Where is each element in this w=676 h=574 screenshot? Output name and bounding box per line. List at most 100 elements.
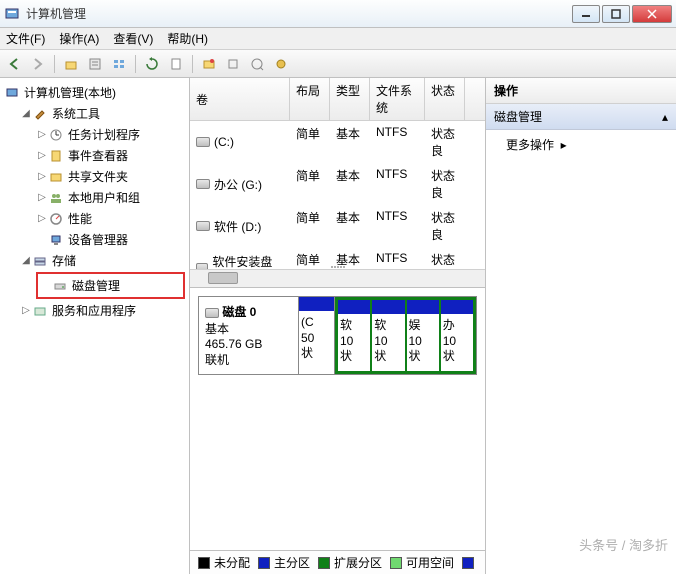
export-button[interactable]	[166, 54, 186, 74]
tool-button-1[interactable]	[223, 54, 243, 74]
tree-systools[interactable]: ◢ 系统工具	[20, 103, 185, 124]
tree-storage[interactable]: ◢ 存储	[20, 250, 185, 271]
expand-icon[interactable]: ▷	[36, 213, 48, 224]
expand-icon[interactable]: ▷	[36, 192, 48, 203]
menu-view[interactable]: 查看(V)	[113, 30, 153, 47]
disk-icon	[205, 308, 219, 318]
back-button[interactable]	[4, 54, 24, 74]
tree-disk-mgmt[interactable]: 磁盘管理	[40, 275, 181, 296]
disk-row[interactable]: 磁盘 0 基本 465.76 GB 联机 (C50状 软10状 软10状 娱10…	[198, 296, 477, 375]
col-volume[interactable]: 卷	[190, 78, 290, 120]
expand-icon[interactable]: ▷	[36, 129, 48, 140]
disk-partitions: (C50状 软10状 软10状 娱10状 办10状	[299, 297, 476, 374]
vol-name: 软件安装盘 (E:)	[212, 253, 284, 270]
partition-e[interactable]: 软10状	[372, 300, 406, 371]
settings-button[interactable]	[199, 54, 219, 74]
forward-button[interactable]	[28, 54, 48, 74]
properties-button[interactable]	[85, 54, 105, 74]
splitter-grip[interactable]	[318, 264, 358, 270]
toolbar	[0, 50, 676, 78]
expand-icon[interactable]: ▷	[20, 305, 32, 316]
view-button[interactable]	[109, 54, 129, 74]
disk-label: 磁盘 0	[222, 305, 256, 319]
menubar: 文件(F) 操作(A) 查看(V) 帮助(H)	[0, 28, 676, 50]
tree-perf-label: 性能	[68, 210, 92, 227]
volume-row[interactable]: 软件 (D:)简单基本NTFS状态良	[190, 205, 485, 247]
tree-local-users[interactable]: ▷ 本地用户和组	[36, 187, 185, 208]
vol-layout: 简单	[290, 165, 330, 203]
vol-type: 基本	[330, 207, 370, 245]
volume-row[interactable]: (C:)简单基本NTFS状态良	[190, 121, 485, 163]
vol-type: 基本	[330, 123, 370, 161]
vol-fs: NTFS	[370, 165, 425, 203]
tree-device-mgr[interactable]: 设备管理器	[36, 229, 185, 250]
services-icon	[32, 303, 48, 319]
drive-icon	[196, 137, 210, 147]
collapse-icon[interactable]: ◢	[20, 255, 32, 266]
volume-list: 卷 布局 类型 文件系统 状态 (C:)简单基本NTFS状态良办公 (G:)简单…	[190, 78, 485, 288]
window-title: 计算机管理	[26, 5, 572, 22]
vol-status: 状态良	[425, 123, 465, 161]
tree-shared-folders[interactable]: ▷共享文件夹	[36, 166, 185, 187]
center-panel: 卷 布局 类型 文件系统 状态 (C:)简单基本NTFS状态良办公 (G:)简单…	[190, 78, 486, 574]
disk-icon	[52, 278, 68, 294]
vol-fs: NTFS	[370, 249, 425, 269]
app-icon	[4, 6, 20, 22]
menu-action[interactable]: 操作(A)	[59, 30, 99, 47]
collapse-icon[interactable]: ▴	[662, 110, 668, 124]
expand-icon[interactable]: ▷	[36, 171, 48, 182]
extended-partition: 软10状 软10状 娱10状 办10状	[335, 297, 476, 374]
disk-info: 磁盘 0 基本 465.76 GB 联机	[199, 297, 299, 374]
expand-icon[interactable]: ▷	[36, 150, 48, 161]
maximize-button[interactable]	[602, 5, 630, 23]
partition-c[interactable]: (C50状	[299, 297, 335, 374]
scroll-thumb[interactable]	[208, 272, 238, 284]
partition-d[interactable]: 软10状	[338, 300, 372, 371]
vol-status: 状态良	[425, 165, 465, 203]
col-layout[interactable]: 布局	[290, 78, 330, 120]
collapse-icon[interactable]: ◢	[20, 108, 32, 119]
volume-header: 卷 布局 类型 文件系统 状态	[190, 78, 485, 121]
drive-icon	[196, 179, 210, 189]
highlight-box: 磁盘管理	[36, 272, 185, 299]
tree-task-scheduler[interactable]: ▷任务计划程序	[36, 124, 185, 145]
tree-users-label: 本地用户和组	[68, 189, 140, 206]
col-status[interactable]: 状态	[425, 78, 465, 120]
partition-g[interactable]: 办10状	[441, 300, 473, 371]
col-type[interactable]: 类型	[330, 78, 370, 120]
legend-free: 可用空间	[390, 554, 454, 571]
disk-size: 465.76 GB	[205, 337, 292, 351]
close-button[interactable]	[632, 5, 672, 23]
tree-services-label: 服务和应用程序	[52, 302, 136, 319]
tree-performance[interactable]: ▷ 性能	[36, 208, 185, 229]
action-sub[interactable]: 磁盘管理 ▴	[486, 104, 676, 130]
volume-row[interactable]: 办公 (G:)简单基本NTFS状态良	[190, 163, 485, 205]
tree-device-label: 设备管理器	[68, 231, 128, 248]
storage-icon	[32, 253, 48, 269]
tree-root[interactable]: 计算机管理(本地)	[4, 82, 185, 103]
partition-f[interactable]: 娱10状	[407, 300, 441, 371]
disk-map: 磁盘 0 基本 465.76 GB 联机 (C50状 软10状 软10状 娱10…	[190, 288, 485, 550]
col-fs[interactable]: 文件系统	[370, 78, 425, 120]
tool-button-2[interactable]	[271, 54, 291, 74]
vol-fs: NTFS	[370, 207, 425, 245]
menu-help[interactable]: 帮助(H)	[167, 30, 208, 47]
action-panel: 操作 磁盘管理 ▴ 更多操作 ▸	[486, 78, 676, 574]
computer-icon	[4, 85, 20, 101]
legend-extended: 扩展分区	[318, 554, 382, 571]
vol-status: 状态良	[425, 249, 465, 269]
up-button[interactable]	[61, 54, 81, 74]
h-scrollbar[interactable]	[190, 269, 485, 287]
refresh-button[interactable]	[142, 54, 162, 74]
help-button[interactable]	[247, 54, 267, 74]
disk-type: 基本	[205, 320, 292, 337]
action-more[interactable]: 更多操作 ▸	[486, 130, 676, 159]
minimize-button[interactable]	[572, 5, 600, 23]
tree-services[interactable]: ▷ 服务和应用程序	[20, 300, 185, 321]
tree-root-label: 计算机管理(本地)	[24, 84, 116, 101]
tree-event-viewer[interactable]: ▷事件查看器	[36, 145, 185, 166]
vol-fs: NTFS	[370, 123, 425, 161]
menu-file[interactable]: 文件(F)	[6, 30, 45, 47]
tree-panel: 计算机管理(本地) ◢ 系统工具 ▷任务计划程序 ▷事件查看器 ▷共享文件夹 ▷…	[0, 78, 190, 574]
legend-unalloc: 未分配	[198, 554, 250, 571]
